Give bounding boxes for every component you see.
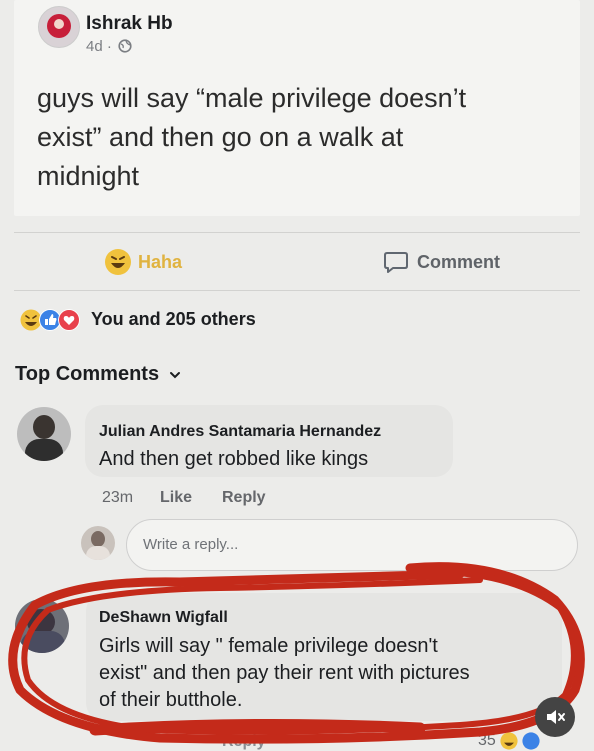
comment-reaction-count[interactable]: 35 [478,732,540,750]
comment-author-name[interactable]: DeShawn Wigfall [99,609,228,627]
current-user-avatar [81,526,115,560]
commenter-avatar[interactable] [17,407,71,461]
haha-reaction-icon [500,732,518,750]
comment-text-line-2: exist" and then pay their rent with pict… [99,662,470,684]
post-author-name[interactable]: Ishrak Hb [86,13,173,35]
comment-timestamp[interactable]: 23m [102,489,133,507]
mute-toggle-button[interactable] [535,697,575,737]
reply-link[interactable]: Reply [222,489,266,507]
reaction-icons[interactable] [20,307,86,333]
like-reaction-icon [522,732,540,750]
love-reaction-icon [58,309,80,331]
speaker-muted-icon [547,710,565,724]
post-timestamp[interactable]: 4d · [86,38,132,55]
comment-text-line-3: of their butthole. [99,689,243,711]
comment-button[interactable]: Comment [383,249,500,275]
reply-link[interactable]: Reply [222,733,266,751]
post-text-line-1: guys will say “male privilege doesn’t [37,83,467,113]
reactions-summary[interactable]: You and 205 others [91,309,256,330]
haha-button[interactable]: Haha [104,248,182,276]
like-link[interactable]: Like [160,489,192,507]
comment-text-line-1: Girls will say " female privilege doesn'… [99,635,438,657]
comment-author-name[interactable]: Julian Andres Santamaria Hernandez [99,423,381,441]
comment-bubble-icon [384,252,408,273]
chevron-down-icon [170,371,181,378]
reply-input[interactable]: Write a reply... [126,519,578,571]
divider [14,232,580,233]
post-text-line-2: exist” and then go on a walk at [37,122,404,152]
top-comments-filter[interactable]: Top Comments [15,363,181,386]
comment-text: And then get robbed like kings [99,448,369,470]
post-author-avatar[interactable] [38,6,80,48]
haha-emoji-icon [105,249,131,275]
commenter-avatar[interactable] [15,599,69,653]
globe-icon [118,39,132,53]
divider [14,290,580,291]
post-text-line-3: midnight [37,161,140,191]
